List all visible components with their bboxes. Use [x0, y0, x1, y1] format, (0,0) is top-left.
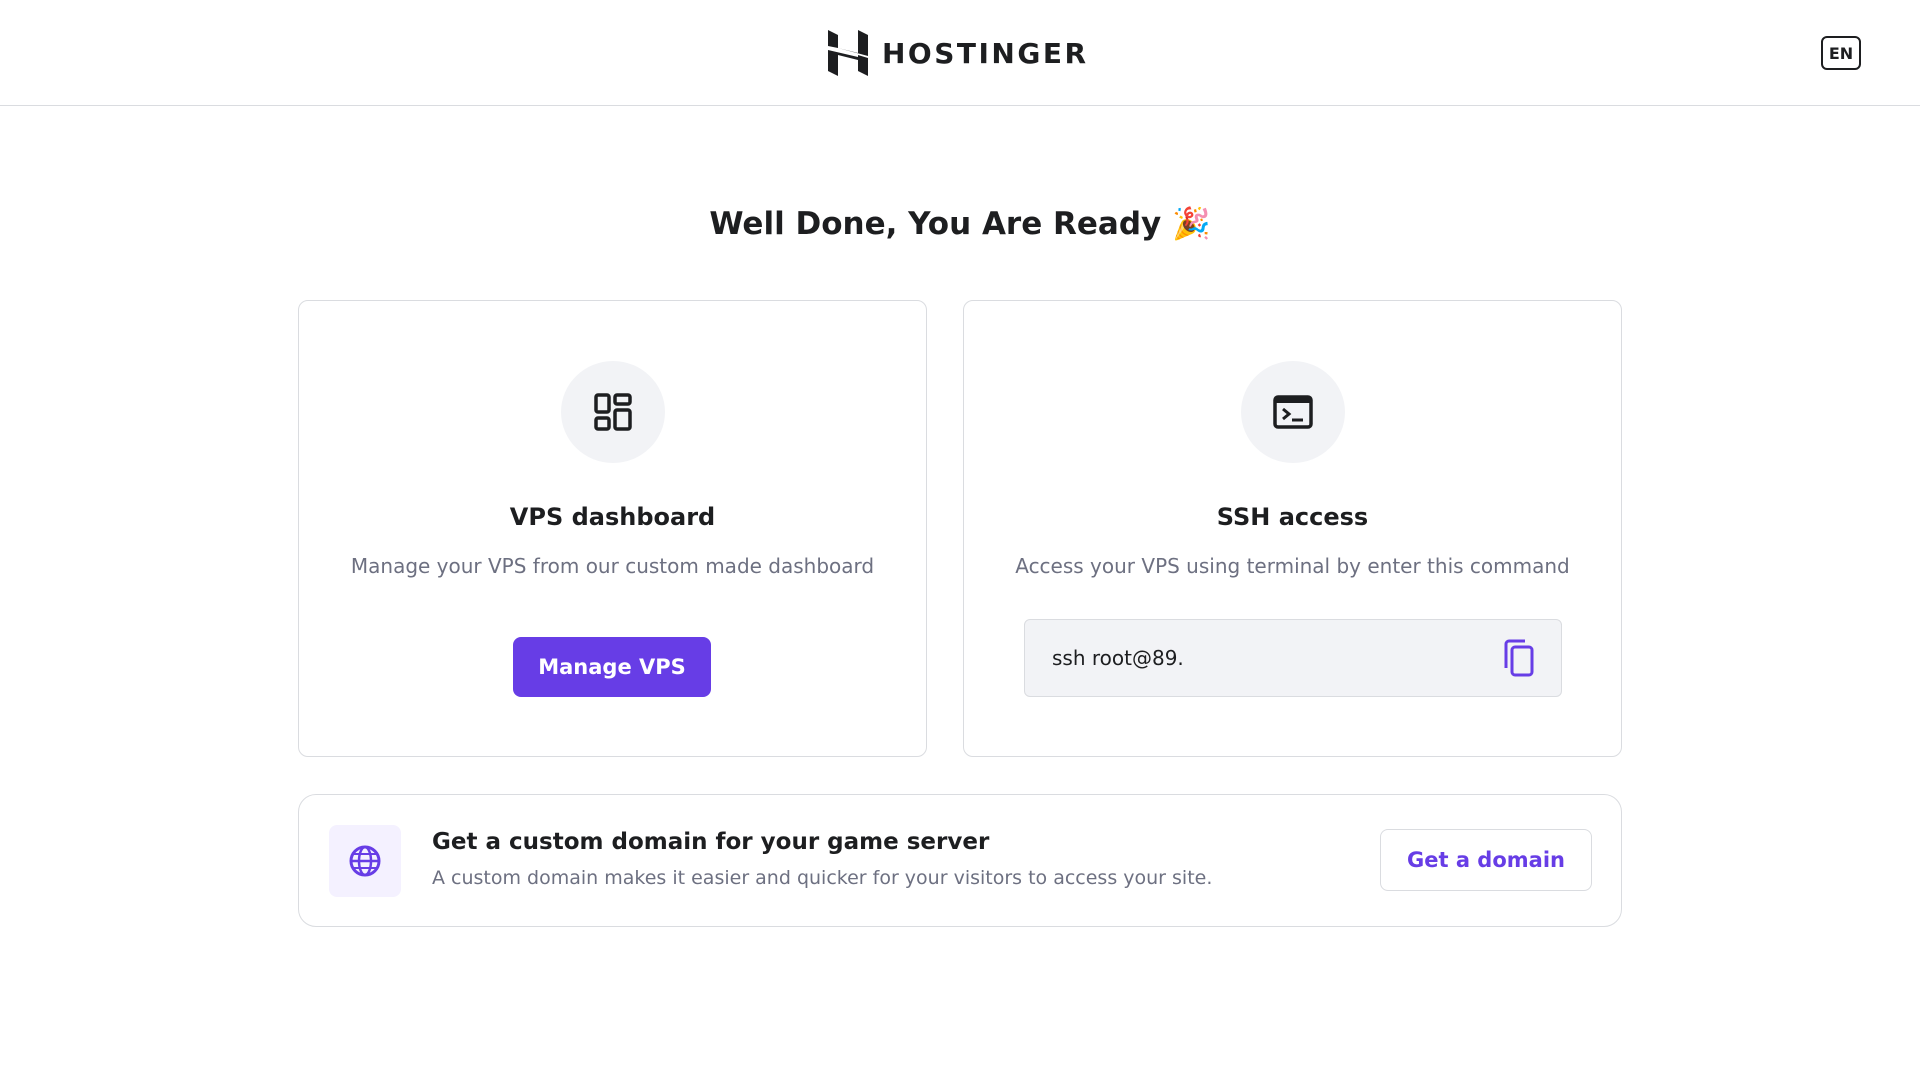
page-title: Well Done, You Are Ready 🎉: [709, 206, 1211, 242]
globe-icon: [349, 845, 381, 877]
custom-domain-banner: Get a custom domain for your game server…: [298, 794, 1622, 927]
hostinger-logo-icon: [828, 30, 868, 76]
ssh-command-field[interactable]: ssh root@89.: [1024, 619, 1562, 697]
ssh-access-card: SSH access Access your VPS using termina…: [963, 300, 1622, 757]
ssh-icon-circle: [1240, 361, 1345, 463]
vps-icon-circle: [560, 361, 665, 463]
top-bar: HOSTINGER EN: [0, 0, 1920, 106]
brand-name: HOSTINGER: [882, 36, 1089, 70]
promo-title: Get a custom domain for your game server: [432, 829, 990, 855]
copy-button[interactable]: [1501, 638, 1537, 678]
copy-icon: [1504, 639, 1534, 677]
promo-description: A custom domain makes it easier and quic…: [432, 867, 1213, 889]
language-selector[interactable]: EN: [1821, 36, 1861, 70]
manage-vps-button[interactable]: Manage VPS: [513, 637, 711, 697]
vps-card-title: VPS dashboard: [509, 503, 716, 531]
globe-icon-box: [329, 825, 401, 897]
vps-dashboard-card: VPS dashboard Manage your VPS from our c…: [298, 300, 927, 757]
dashboard-icon: [593, 393, 632, 431]
terminal-icon: [1272, 395, 1313, 429]
vps-card-description: Manage your VPS from our custom made das…: [350, 554, 875, 578]
ssh-card-description: Access your VPS using terminal by enter …: [1015, 554, 1570, 578]
ssh-card-title: SSH access: [1216, 503, 1369, 531]
ssh-command-text: ssh root@89.: [1052, 646, 1184, 670]
hostinger-logo[interactable]: HOSTINGER: [828, 30, 1089, 76]
get-domain-button[interactable]: Get a domain: [1380, 829, 1592, 891]
